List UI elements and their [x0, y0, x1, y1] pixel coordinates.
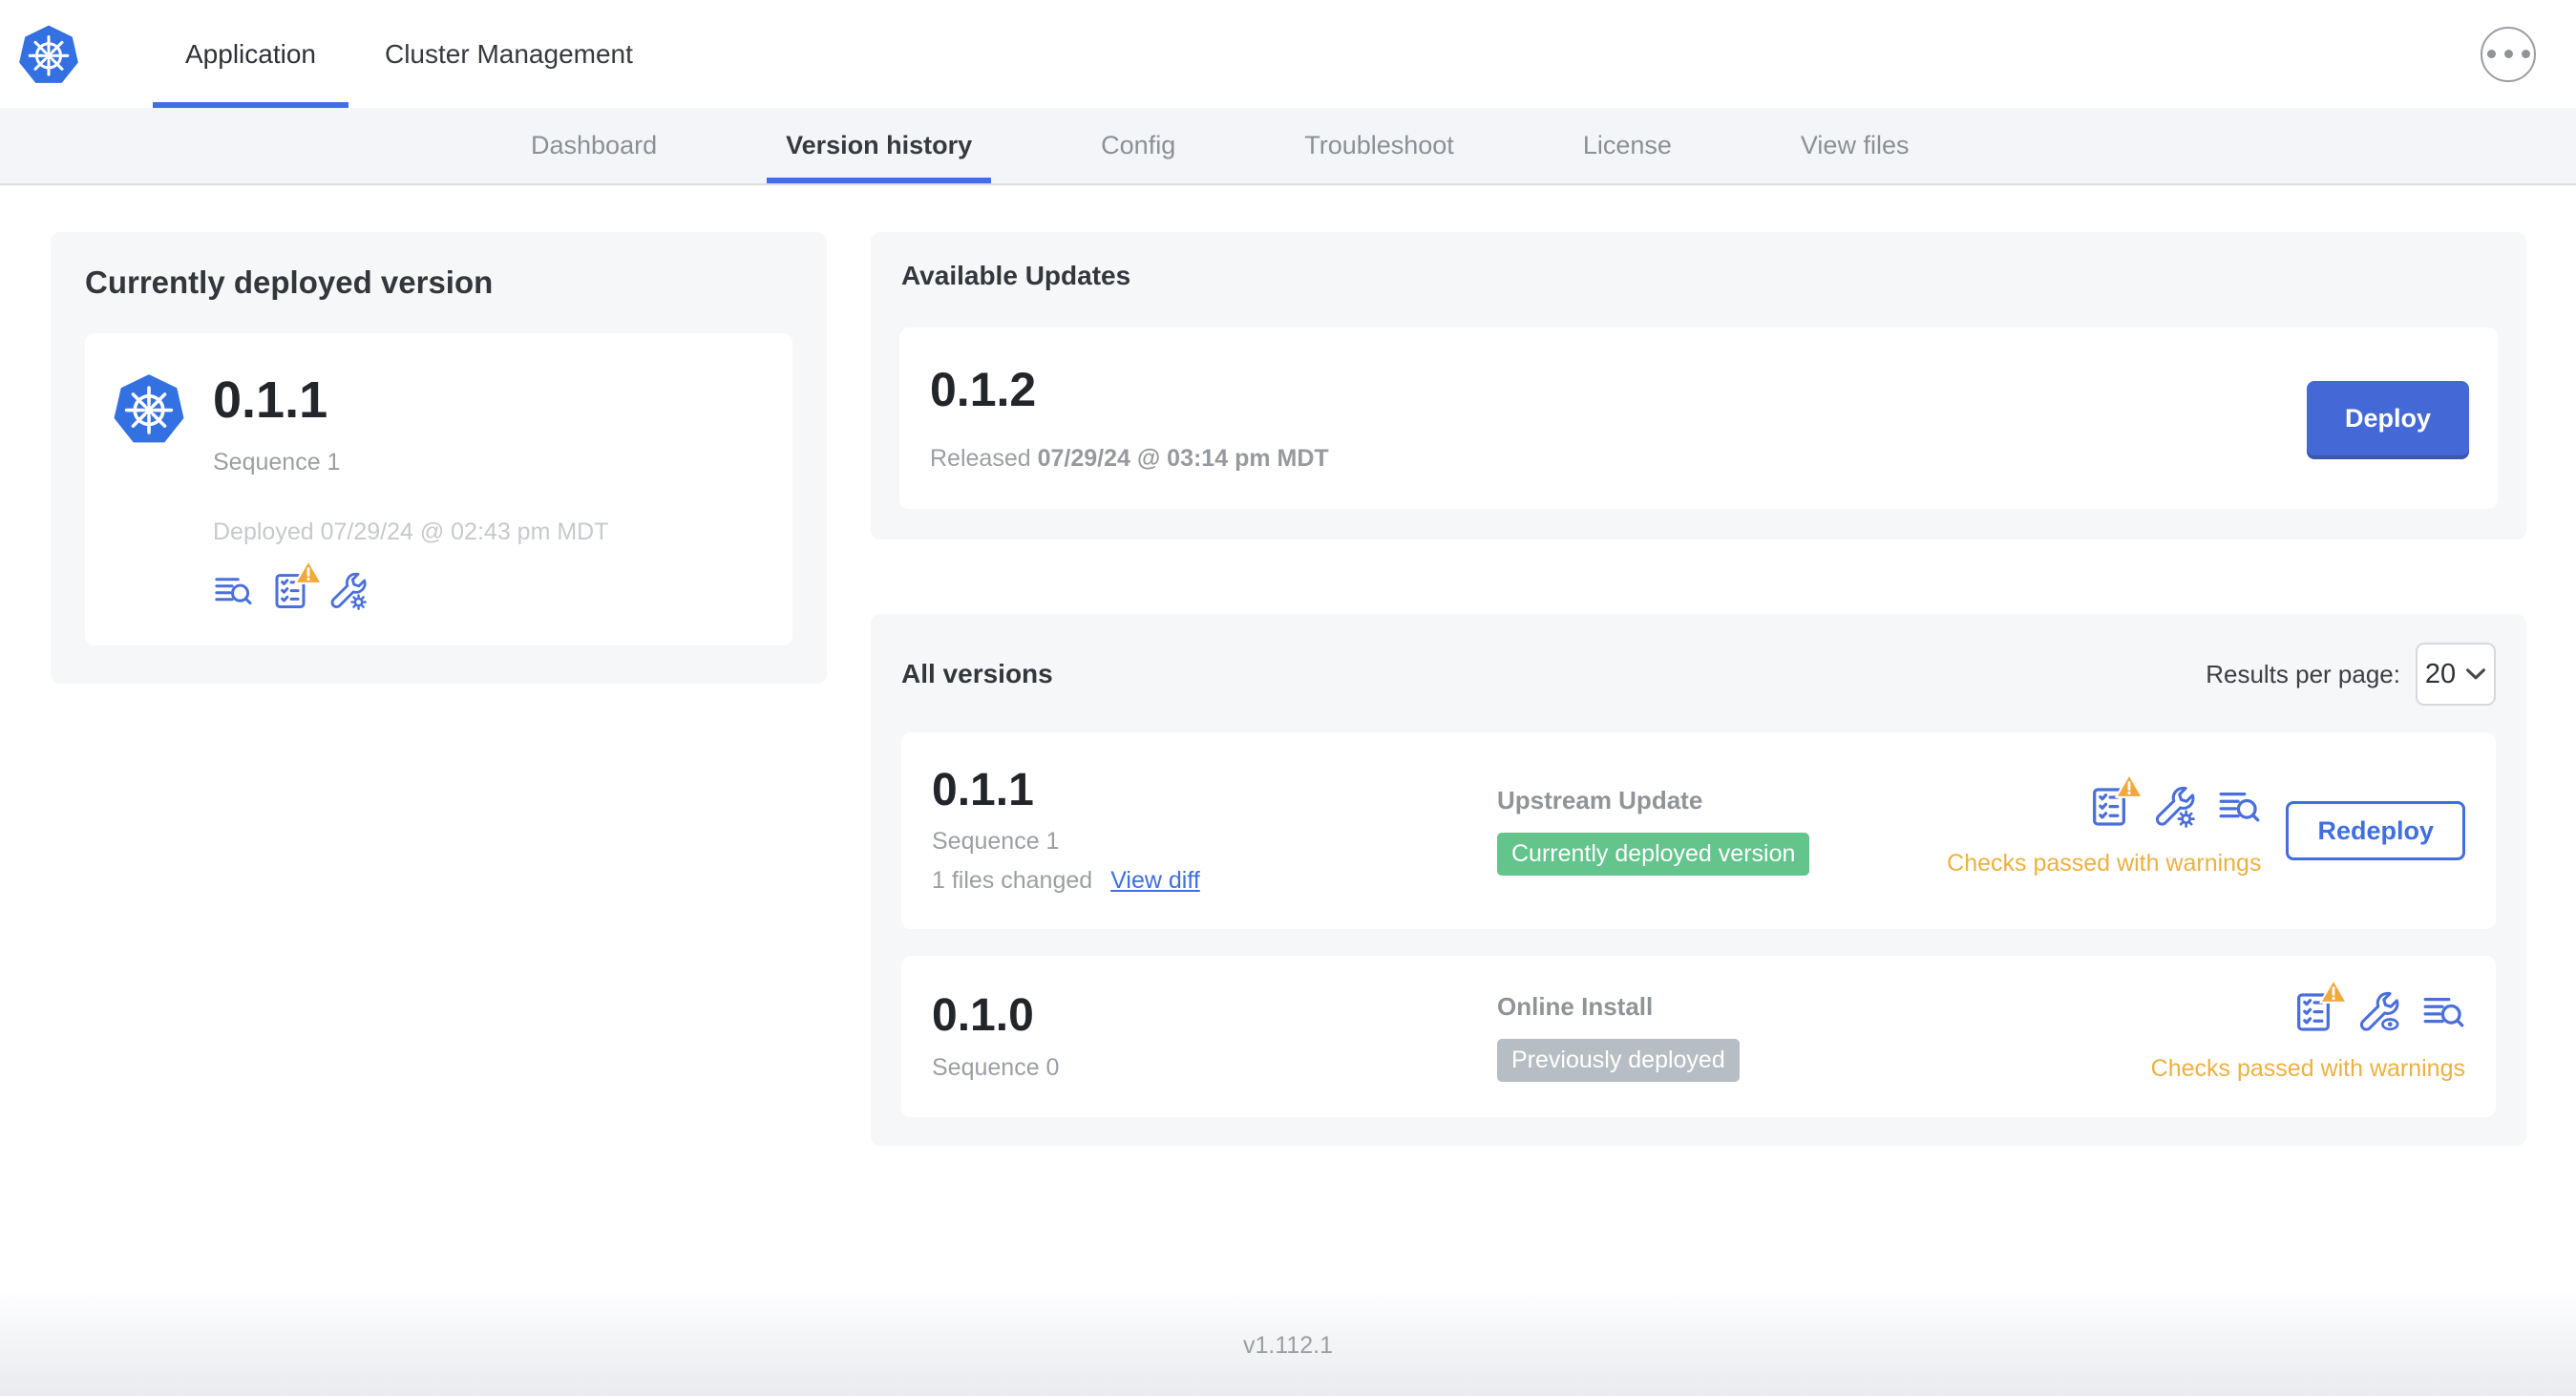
- admin-console-version: v1.112.1: [1242, 1331, 1334, 1359]
- subnav-tab-version-history-label: Version history: [786, 131, 973, 159]
- ellipsis-dot: [2521, 50, 2530, 58]
- subnav-tab-troubleshoot[interactable]: Troubleshoot: [1302, 108, 1456, 183]
- app-screen: Application Cluster Management Dashboard…: [0, 0, 2576, 1396]
- current-version-actions: [213, 559, 609, 611]
- row-source-label: Online Install: [1497, 991, 1654, 1021]
- logs-icon[interactable]: [213, 571, 253, 611]
- config-wrench-eye-icon[interactable]: [2356, 990, 2400, 1035]
- currently-deployed-card: Currently deployed version 0.1.1 Sequenc…: [51, 232, 827, 684]
- main-content: Currently deployed version 0.1.1 Sequenc…: [0, 185, 2576, 1295]
- status-badge-previously-deployed: Previously deployed: [1497, 1038, 1740, 1082]
- warning-triangle-icon: [294, 559, 323, 584]
- logs-icon[interactable]: [2421, 990, 2465, 1034]
- currently-deployed-title: Currently deployed version: [85, 264, 494, 300]
- version-row-middle: Online Install Previously deployed: [1497, 992, 2151, 1082]
- all-versions-card: All versions Results per page: 20 0.1.1 …: [871, 614, 2526, 1147]
- current-version-deployed-date: Deployed 07/29/24 @ 02:43 pm MDT: [213, 518, 609, 545]
- row-sequence: Sequence 1: [932, 828, 1060, 856]
- version-row-middle: Upstream Update Currently deployed versi…: [1497, 786, 1947, 877]
- update-info: 0.1.2 Released 07/29/24 @ 03:14 pm MDT: [930, 364, 1329, 473]
- tab-application-label: Application: [185, 38, 316, 69]
- row-action-icons: [2087, 772, 2261, 829]
- tab-cluster-management[interactable]: Cluster Management: [350, 0, 667, 108]
- subnav-tab-view-files-label: View files: [1800, 131, 1910, 159]
- subnav-tab-version-history[interactable]: Version history: [767, 108, 992, 183]
- available-updates-title: Available Updates: [901, 261, 1131, 290]
- subnav-tab-config-label: Config: [1101, 131, 1176, 159]
- subnav-tab-license-label: License: [1582, 131, 1672, 159]
- preflight-checks-warning-icon[interactable]: [270, 559, 323, 611]
- currently-deployed-panel: 0.1.1 Sequence 1 Deployed 07/29/24 @ 02:…: [85, 333, 792, 645]
- preflight-status-link[interactable]: Checks passed with warnings: [1947, 850, 2261, 878]
- results-per-page-label: Results per page:: [2206, 659, 2400, 688]
- version-row-right: Checks passed with warnings: [2151, 979, 2465, 1083]
- tab-application[interactable]: Application: [151, 0, 350, 108]
- status-badge-currently-deployed: Currently deployed version: [1497, 833, 1810, 877]
- subnav-tab-config[interactable]: Config: [1099, 108, 1177, 183]
- row-version-number: 0.1.0: [932, 990, 1034, 1042]
- deploy-button[interactable]: Deploy: [2306, 381, 2469, 455]
- row-version-number: 0.1.1: [932, 765, 1034, 815]
- update-version-number: 0.1.2: [930, 363, 1037, 416]
- view-diff-link[interactable]: View diff: [1110, 867, 1200, 895]
- subnav-tab-view-files[interactable]: View files: [1799, 108, 1911, 183]
- subnav-tab-license[interactable]: License: [1581, 108, 1674, 183]
- top-tabs: Application Cluster Management: [151, 0, 667, 108]
- chevron-down-icon: [2466, 668, 2486, 680]
- tab-cluster-management-label: Cluster Management: [384, 38, 633, 69]
- subnav-tab-dashboard-label: Dashboard: [531, 131, 658, 159]
- files-changed-text: 1 files changed: [932, 867, 1093, 895]
- config-wrench-gear-icon[interactable]: [327, 571, 368, 611]
- current-version-number: 0.1.1: [213, 371, 328, 429]
- version-row-left: 0.1.0 Sequence 0: [932, 990, 1497, 1081]
- subnav-tab-dashboard[interactable]: Dashboard: [529, 108, 659, 183]
- update-row: 0.1.2 Released 07/29/24 @ 03:14 pm MDT D…: [899, 328, 2498, 509]
- current-version-sequence: Sequence 1: [213, 448, 341, 476]
- warning-triangle-icon: [2319, 979, 2348, 1005]
- ellipsis-dot: [2486, 50, 2496, 58]
- kubernetes-app-icon: [112, 372, 186, 445]
- footer: v1.112.1: [0, 1295, 2576, 1396]
- topbar-right: [2481, 0, 2576, 108]
- right-column: Available Updates 0.1.2 Released 07/29/2…: [871, 232, 2526, 1147]
- subnav-tab-troubleshoot-label: Troubleshoot: [1304, 131, 1454, 159]
- warning-triangle-icon: [2115, 772, 2144, 798]
- top-navbar: Application Cluster Management: [0, 0, 2576, 108]
- more-options-button[interactable]: [2481, 26, 2536, 82]
- update-released-line: Released 07/29/24 @ 03:14 pm MDT: [930, 445, 1329, 473]
- preflight-status-link[interactable]: Checks passed with warnings: [2151, 1055, 2465, 1083]
- kubernetes-logo-icon: [17, 23, 80, 84]
- results-per-page: Results per page: 20: [2206, 643, 2496, 706]
- config-wrench-gear-icon[interactable]: [2152, 785, 2197, 829]
- redeploy-button[interactable]: Redeploy: [2286, 801, 2465, 861]
- all-versions-header: All versions Results per page: 20: [901, 643, 2496, 706]
- logs-icon[interactable]: [2217, 785, 2261, 829]
- available-updates-card: Available Updates 0.1.2 Released 07/29/2…: [871, 232, 2526, 539]
- released-prefix: Released: [930, 445, 1031, 472]
- released-date: 07/29/24 @ 03:14 pm MDT: [1037, 445, 1329, 472]
- version-row-right: Checks passed with warnings Redeploy: [1947, 772, 2465, 878]
- all-versions-title: All versions: [901, 659, 1053, 688]
- row-files-changed-line: 1 files changed View diff: [932, 867, 1497, 895]
- version-row-0-1-0: 0.1.0 Sequence 0 Online Install Previous…: [901, 956, 2496, 1118]
- currently-deployed-info: 0.1.1 Sequence 1 Deployed 07/29/24 @ 02:…: [213, 371, 609, 611]
- brand: [0, 0, 151, 108]
- row-checks-block: Checks passed with warnings: [1947, 772, 2261, 878]
- app-subnav: Dashboard Version history Config Trouble…: [0, 108, 2576, 185]
- version-row-left: 0.1.1 Sequence 1 1 files changed View di…: [932, 765, 1497, 895]
- row-checks-block: Checks passed with warnings: [2151, 979, 2465, 1083]
- row-sequence: Sequence 0: [932, 1053, 1060, 1081]
- row-source-label: Upstream Update: [1497, 786, 1703, 815]
- ellipsis-dot: [2503, 50, 2513, 58]
- preflight-checks-warning-icon[interactable]: [2291, 979, 2348, 1034]
- row-action-icons: [2291, 979, 2465, 1035]
- results-per-page-select[interactable]: 20: [2416, 643, 2496, 706]
- results-per-page-value: 20: [2424, 658, 2457, 689]
- preflight-checks-warning-icon[interactable]: [2087, 772, 2144, 829]
- version-row-0-1-1: 0.1.1 Sequence 1 1 files changed View di…: [901, 732, 2496, 930]
